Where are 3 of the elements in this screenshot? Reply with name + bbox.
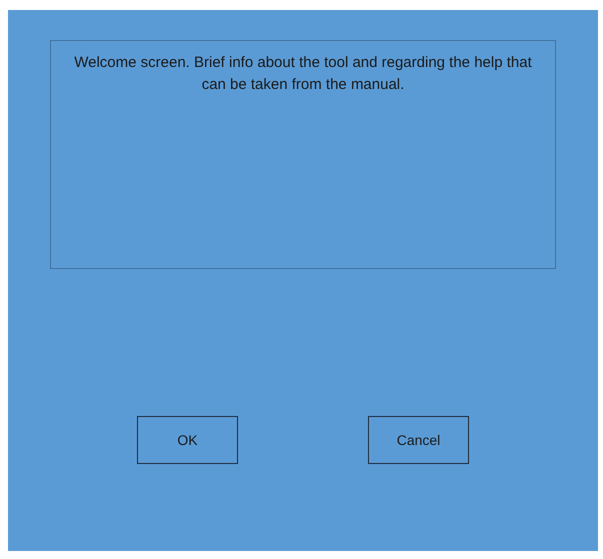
ok-button[interactable]: OK [137,416,238,464]
message-text: Welcome screen. Brief info about the tool and regarding the help that can be taken from the manual. [50,40,556,269]
cancel-button[interactable]: Cancel [368,416,469,464]
